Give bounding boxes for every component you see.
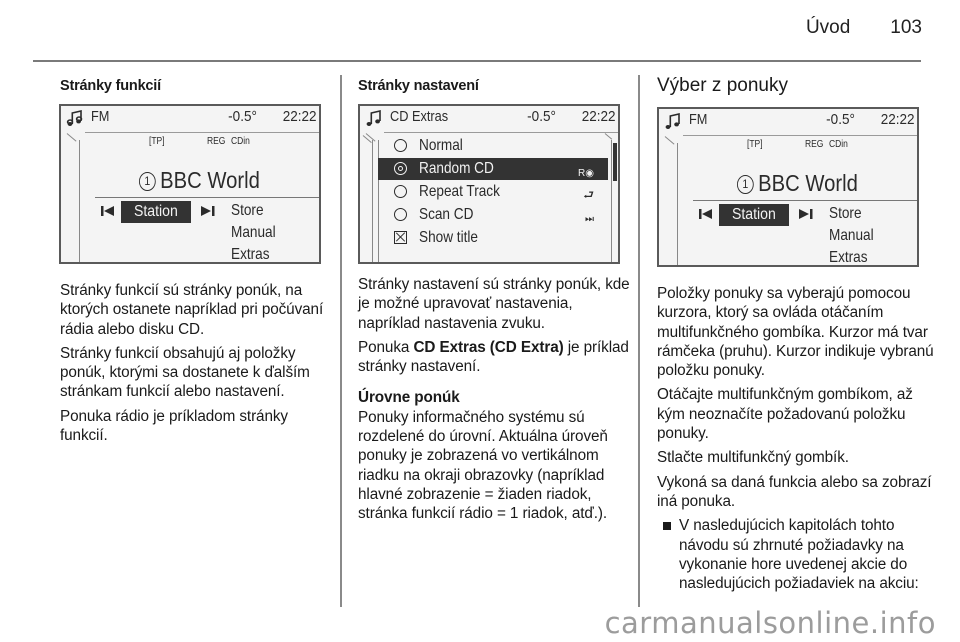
scrollbar-track[interactable]	[611, 140, 612, 262]
option-repeat-track[interactable]: Repeat Track ⮐	[386, 181, 608, 203]
menu-level-rail	[677, 143, 678, 265]
preset-number-badge: 1	[139, 172, 156, 191]
status-cdin: CDin	[231, 136, 250, 147]
page-number: 103	[890, 17, 922, 38]
repeat-icon: ⮐	[583, 188, 594, 202]
screen-temperature: -0.5°	[228, 108, 257, 125]
station-display: 1 BBC World	[737, 170, 858, 197]
right-column-text: Položky ponuky sa vyberajú pomocou kurzo…	[657, 284, 942, 593]
screen-divider	[693, 200, 917, 201]
subheading-function-pages: Stránky funkcií	[60, 78, 161, 94]
paragraph: Vykoná sa daná funkcia alebo sa zobrazí …	[657, 473, 932, 510]
paragraph: Ponuka rádio je príkladom stránky funkci…	[60, 407, 288, 445]
screen-divider	[95, 197, 319, 198]
menu-name-reference: CD Extras (CD Extra)	[413, 338, 564, 356]
screen-source-label: FM	[689, 111, 708, 128]
screen-header-line	[85, 132, 319, 133]
menu-item-manual[interactable]: Manual	[829, 227, 874, 245]
paragraph: Ponuka CD Extras (CD Extra) je príklad s…	[358, 338, 629, 376]
station-button[interactable]: Station	[719, 204, 789, 226]
paragraph: Otáčajte multifunkčným gombíkom, až kým …	[657, 386, 913, 443]
running-head: Úvod 103	[806, 17, 922, 39]
skip-previous-icon[interactable]	[699, 209, 713, 219]
subheading-settings-pages: Stránky nastavení	[358, 78, 479, 94]
cd-extras-screen: CD Extras -0.5° 22:22 Normal Random CD R…	[358, 104, 620, 264]
screen-header: FM -0.5° 22:22	[659, 109, 917, 133]
radio-button[interactable]	[394, 208, 407, 221]
menu-item-manual[interactable]: Manual	[231, 224, 276, 242]
option-show-title[interactable]: Show title	[386, 227, 608, 249]
screen-header-line	[384, 132, 618, 133]
screen-temperature: -0.5°	[826, 111, 855, 128]
menu-item-extras[interactable]: Extras	[829, 249, 868, 265]
radio-button[interactable]	[394, 185, 407, 198]
screen-temperature: -0.5°	[527, 108, 556, 125]
status-reg: REG	[805, 139, 824, 150]
checkbox-checked[interactable]	[394, 231, 407, 244]
bullet-square-icon	[663, 522, 671, 531]
watermark: carmanualsonline.info	[604, 606, 936, 640]
station-name: BBC World	[758, 170, 858, 196]
menu-item-store[interactable]: Store	[231, 202, 264, 220]
screen-header: CD Extras -0.5° 22:22	[360, 106, 618, 130]
paragraph: Stránky funkcií obsahujú aj položky ponú…	[60, 344, 310, 401]
status-tp: [TP]	[149, 136, 165, 147]
bullet-item: V nasledujúcich kapitolách tohto návodu …	[663, 516, 942, 593]
section-name: Úvod	[805, 17, 851, 38]
skip-previous-icon[interactable]	[101, 206, 115, 216]
screen-header-line	[683, 135, 917, 136]
option-random-cd[interactable]: Random CD R◉	[378, 158, 608, 180]
right-column: Výber z ponuky	[657, 75, 937, 97]
preset-number-badge: 1	[737, 175, 754, 194]
fm-radio-screen-selection: FM -0.5° 22:22 [TP] REG CDin 1 BBC World …	[657, 107, 919, 267]
station-button[interactable]: Station	[121, 201, 191, 223]
skip-next-icon[interactable]	[799, 209, 813, 219]
middle-column-text: Stránky nastavení sú stránky ponúk, kde …	[358, 275, 633, 529]
left-column: Stránky funkcií	[60, 78, 330, 94]
option-normal[interactable]: Normal	[386, 135, 608, 157]
skip-next-icon[interactable]	[201, 206, 215, 216]
paragraph: Položky ponuky sa vyberajú pomocou kurzo…	[657, 285, 934, 380]
paragraph: Stránky funkcií sú stránky ponúk, na kto…	[60, 282, 324, 338]
station-name: BBC World	[160, 167, 260, 193]
status-reg: REG	[207, 136, 226, 147]
menu-level-rail	[372, 140, 373, 262]
middle-column: Stránky nastavení	[358, 78, 628, 94]
screen-clock: 22:22	[881, 111, 915, 128]
fm-radio-screen-function: FM -0.5° 22:22 [TP] REG CDin 1 BBC World …	[59, 104, 321, 264]
column-divider-left	[340, 75, 342, 607]
music-note-icon	[366, 109, 381, 126]
status-cdin: CDin	[829, 139, 848, 150]
station-display: 1 BBC World	[139, 167, 260, 194]
screen-clock: 22:22	[283, 108, 317, 125]
screen-source-label: FM	[91, 108, 110, 125]
menu-item-extras[interactable]: Extras	[231, 246, 270, 262]
music-note-icon	[665, 112, 680, 129]
paragraph: Stránky nastavení sú stránky ponúk, kde …	[358, 276, 630, 332]
bullet-text: V nasledujúcich kapitolách tohto návodu …	[679, 517, 919, 593]
menu-level-indicator	[664, 136, 675, 145]
menu-level-rail	[79, 140, 80, 262]
paragraph: Ponuky informačného systému sú rozdelené…	[358, 408, 608, 523]
menu-item-store[interactable]: Store	[829, 205, 862, 223]
scrollbar-thumb[interactable]	[613, 143, 617, 181]
header-rule	[33, 60, 921, 62]
paragraph: Stlačte multifunkčný gombík.	[657, 449, 849, 467]
menu-level-indicator	[66, 133, 77, 142]
subsection-title: Úrovne ponúk	[358, 389, 460, 407]
column-divider-right	[638, 75, 640, 607]
option-scan-cd[interactable]: Scan CD ⏭	[386, 204, 608, 226]
section-title: Výber z ponuky	[657, 75, 788, 96]
screen-clock: 22:22	[582, 108, 616, 125]
left-column-text: Stránky funkcií sú stránky ponúk, na kto…	[60, 281, 335, 450]
screen-title: CD Extras	[390, 108, 449, 125]
status-tp: [TP]	[747, 139, 763, 150]
screen-header: FM -0.5° 22:22	[61, 106, 319, 130]
music-note-icon	[66, 109, 83, 126]
radio-button-selected[interactable]	[394, 162, 407, 175]
radio-button[interactable]	[394, 139, 407, 152]
